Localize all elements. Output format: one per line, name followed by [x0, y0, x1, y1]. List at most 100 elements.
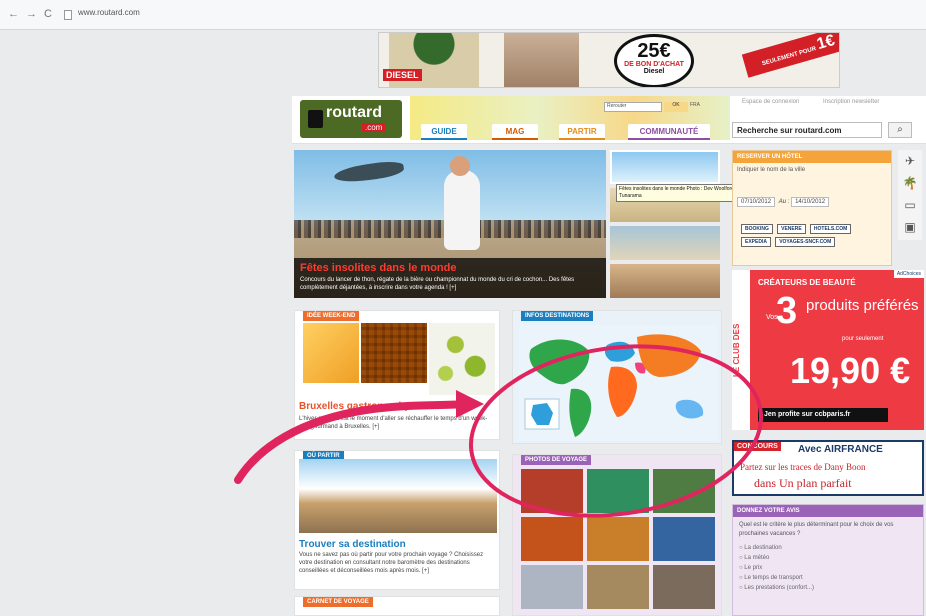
ad-title: CRÉATEURS DE BEAUTÉ	[758, 278, 856, 287]
hero-title[interactable]: Fêtes insolites dans le monde	[300, 262, 600, 274]
tab-guide[interactable]: GUIDE	[421, 124, 467, 140]
travel-photo[interactable]	[521, 517, 583, 561]
voucher-circle: 25€ DE BON D'ACHAT Diesel	[614, 34, 694, 87]
mini-search-input[interactable]: Rerouter	[604, 102, 662, 112]
checkout-date[interactable]: 14/10/2012	[791, 197, 830, 207]
page-icon	[64, 10, 72, 20]
ad-cta-button[interactable]: Jen profite sur ccbparis.fr	[758, 408, 888, 422]
photo-grid	[521, 469, 717, 609]
olives-image	[429, 323, 495, 395]
photos-card[interactable]: PHOTOS DE VOYAGE	[512, 454, 722, 616]
reload-button[interactable]: C	[44, 8, 52, 20]
adchoices-link[interactable]: AdChoices	[893, 270, 924, 278]
models-image	[504, 33, 579, 87]
mini-search-button[interactable]: OK	[664, 102, 688, 112]
routard-logo[interactable]: routard .com	[300, 100, 402, 138]
site-search-input[interactable]: Recherche sur routard.com	[732, 122, 882, 138]
photos-tag: PHOTOS DE VOYAGE	[521, 455, 592, 465]
diesel-banner-ad[interactable]: DIESEL 25€ DE BON D'ACHAT Diesel SEULEME…	[378, 32, 840, 88]
tab-partir[interactable]: PARTIR	[559, 124, 605, 140]
oupartir-title[interactable]: Trouver sa destination	[299, 539, 406, 550]
oupartir-text: Vous ne savez pas où partir pour votre p…	[299, 552, 484, 574]
hotel-dates: 07/10/2012 Au : 14/10/2012	[737, 197, 831, 207]
address-bar[interactable]: www.routard.com	[64, 8, 922, 22]
poll-option[interactable]: ○ Le temps de transport	[733, 573, 923, 583]
travel-photo[interactable]	[587, 517, 649, 561]
travel-type-icons: ✈ 🌴 ▭ ▣	[898, 150, 922, 240]
poll-option[interactable]: ○ Le prix	[733, 563, 923, 573]
ad-only: pour seulement	[842, 336, 884, 342]
travel-photo[interactable]	[587, 565, 649, 609]
weekend-title[interactable]: Bruxelles gastronomique	[299, 401, 419, 412]
travel-photo[interactable]	[521, 469, 583, 513]
beauty-ad[interactable]: AdChoices LE CLUB DES CRÉATEURS DE BEAUT…	[732, 270, 924, 430]
waffle-image	[361, 323, 427, 383]
infos-destinations-card[interactable]: INFOS DESTINATIONS	[512, 310, 722, 444]
infos-tag: INFOS DESTINATIONS	[521, 311, 594, 321]
tab-mag[interactable]: MAG	[492, 124, 538, 140]
url-text: www.routard.com	[78, 8, 140, 17]
travel-photo[interactable]	[653, 469, 715, 513]
ad-price: 19,90 €	[790, 350, 911, 391]
ribbon-small: SEULEMENT POUR	[761, 46, 817, 68]
fries-image	[303, 323, 359, 383]
palm-icon[interactable]: 🌴	[898, 176, 922, 194]
thrower-image	[444, 170, 480, 250]
hotel-city-input[interactable]: Indiquer le nom de la ville	[733, 163, 891, 177]
bed-icon[interactable]: ▭	[898, 198, 922, 216]
ou-partir-card[interactable]: OÙ PARTIR Trouver sa destination Vous ne…	[294, 450, 500, 590]
voucher-brand: Diesel	[643, 68, 665, 75]
ad-vertical-text: LE CLUB DES	[732, 270, 750, 430]
language-label[interactable]: FRA	[690, 102, 700, 108]
camera-icon	[308, 110, 323, 128]
weekend-text: L'hiver arrive, c'est le moment d'aller …	[299, 416, 488, 430]
search-icon[interactable]: ⌕	[888, 122, 912, 138]
hero-thumb-4[interactable]	[610, 264, 720, 298]
back-button[interactable]: ←	[8, 8, 19, 20]
travel-photo[interactable]	[521, 565, 583, 609]
hotel-partner-links: BOOKING VENERE HOTELS.COM EXPEDIA VOYAGE…	[741, 223, 881, 249]
poll-widget: DONNEZ VOTRE AVIS Quel est le critère le…	[732, 504, 924, 616]
poll-question: Quel est le critère le plus déterminant …	[739, 522, 894, 537]
poll-header: DONNEZ VOTRE AVIS	[733, 505, 923, 517]
newsletter-link[interactable]: Inscription newsletter	[823, 99, 879, 105]
voucher-amount: 25€	[637, 40, 671, 62]
tab-communaute[interactable]: COMMUNAUTÉ	[628, 124, 710, 140]
poll-option[interactable]: ○ La destination	[733, 543, 923, 553]
hero-thumb-3[interactable]	[610, 226, 720, 260]
poll-option[interactable]: ○ La météo	[733, 553, 923, 563]
top-links: Espace de connexion Inscription newslett…	[742, 99, 901, 105]
car-icon[interactable]: ▣	[898, 220, 922, 238]
travel-photo[interactable]	[653, 517, 715, 561]
hero-feature[interactable]: Fêtes insolites dans le monde Concours d…	[294, 150, 606, 298]
checkout-label: Au :	[778, 199, 790, 205]
carnet-card[interactable]: CARNET DE VOYAGE	[294, 596, 500, 616]
weekend-card[interactable]: IDÉE WEEK-END Bruxelles gastronomique L'…	[294, 310, 500, 440]
diesel-logo: DIESEL	[383, 69, 422, 81]
hotels-com-link[interactable]: HOTELS.COM	[809, 224, 852, 234]
booking-link[interactable]: BOOKING	[741, 224, 773, 234]
plane-icon[interactable]: ✈	[898, 154, 922, 172]
hotel-header: RESERVER UN HÔTEL	[733, 151, 891, 163]
price-ribbon: SEULEMENT POUR 1€	[741, 33, 839, 78]
expedia-link[interactable]: EXPEDIA	[741, 237, 771, 247]
hero-caption: Fêtes insolites dans le monde Concours d…	[294, 258, 606, 298]
weekend-tag: IDÉE WEEK-END	[303, 311, 360, 321]
travel-photo[interactable]	[653, 565, 715, 609]
logo-word: routard	[326, 104, 382, 121]
venere-link[interactable]: VENERE	[777, 224, 806, 234]
world-map[interactable]	[519, 325, 717, 441]
login-link[interactable]: Espace de connexion	[742, 99, 799, 105]
poll-option[interactable]: ○ Les prestations (confort...)	[733, 583, 923, 593]
checkin-date[interactable]: 07/10/2012	[737, 197, 776, 207]
hero-thumb-1[interactable]	[610, 150, 720, 184]
voyages-sncf-link[interactable]: VOYAGES-SNCF.COM	[775, 237, 836, 247]
site-header: routard .com Rerouter OK FRA Espace de c…	[292, 96, 926, 144]
concours-line-1: Partez sur les traces de Dany Boon	[740, 462, 866, 472]
hero-thumbnails	[610, 150, 720, 298]
airfrance-logo: Avec AIRFRANCE	[798, 444, 883, 455]
travel-photo[interactable]	[587, 469, 649, 513]
concours-ad[interactable]: CONCOURS Avec AIRFRANCE Partez sur les t…	[732, 440, 924, 496]
forward-button[interactable]: →	[26, 8, 37, 20]
thrower-head	[450, 156, 470, 176]
